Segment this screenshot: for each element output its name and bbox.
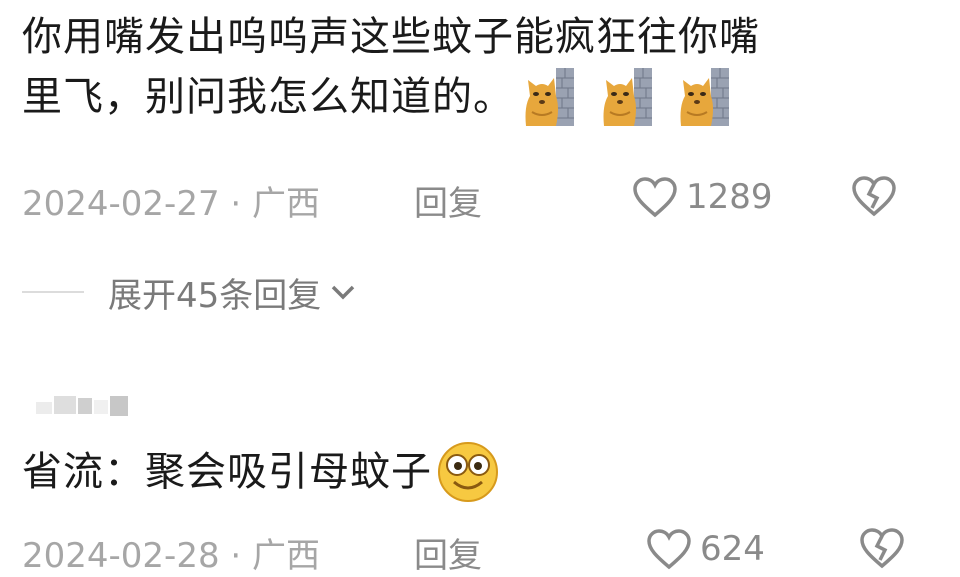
divider-line bbox=[22, 291, 84, 293]
blurred-username bbox=[36, 396, 128, 416]
broken-heart-icon[interactable] bbox=[850, 174, 898, 218]
chevron-down-icon bbox=[332, 285, 355, 300]
comment-meta: 2024-02-27 · 广西 回复 1289 bbox=[22, 176, 920, 224]
comment-date-location: 2024-02-28 · 广西 bbox=[22, 536, 321, 576]
comment2-text: 省流：聚会吸引母蚊子 bbox=[22, 449, 432, 495]
cat-behind-wall-emoji-group bbox=[514, 66, 733, 128]
expand-replies-button[interactable]: 展开45条回复 bbox=[108, 268, 359, 317]
like-count: 1289 bbox=[686, 177, 773, 217]
comment-text: 你用嘴发出呜呜声这些蚊子能疯狂往你嘴 里飞，别问我怎么知道的。 bbox=[22, 8, 902, 128]
comment-line-2: 里飞，别问我怎么知道的。 bbox=[22, 74, 514, 120]
smiley-emoji bbox=[438, 442, 498, 502]
like-button[interactable]: 1289 bbox=[632, 176, 773, 218]
like-button[interactable]: 624 bbox=[646, 528, 765, 570]
comment-text-2: 省流：聚会吸引母蚊子 bbox=[22, 440, 902, 504]
cat-behind-wall-emoji bbox=[680, 68, 730, 126]
heart-icon bbox=[633, 177, 677, 218]
comment-date-location: 2024-02-27 · 广西 bbox=[22, 184, 321, 224]
like-count: 624 bbox=[700, 529, 765, 569]
expand-replies: 展开45条回复 bbox=[22, 268, 359, 316]
expand-replies-label: 展开45条回复 bbox=[108, 275, 322, 316]
reply-button[interactable]: 回复 bbox=[414, 176, 482, 225]
broken-heart-icon[interactable] bbox=[858, 526, 906, 570]
cat-behind-wall-emoji bbox=[525, 68, 574, 126]
cat-behind-wall-emoji bbox=[603, 68, 652, 126]
comment-meta-2: 2024-02-28 · 广西 回复 624 bbox=[22, 528, 920, 576]
heart-icon bbox=[647, 529, 691, 570]
reply-button[interactable]: 回复 bbox=[414, 528, 482, 577]
comment-line-1: 你用嘴发出呜呜声这些蚊子能疯狂往你嘴 bbox=[22, 14, 760, 60]
